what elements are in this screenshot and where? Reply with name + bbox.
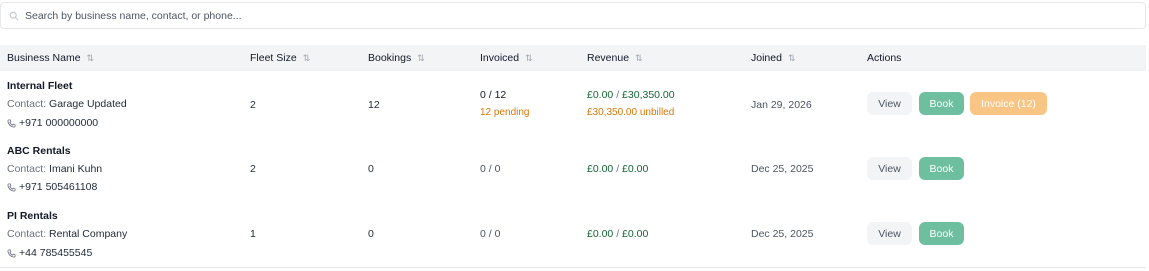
revenue: £0.00 / £0.00 [587,228,648,240]
revenue: £0.00 / £30,350.00 [587,89,675,101]
search-input[interactable] [25,9,1025,22]
contact: Contact: Imani Kuhn [7,163,102,175]
invoiced-count: 0 / 12 [480,89,507,101]
column-header-bookings[interactable]: Bookings ⇅ [368,45,425,71]
phone-icon [7,182,16,192]
phone: +971 505461108 [7,181,97,193]
revenue-total: £30,350.00 [622,89,675,101]
table-row: PI Rentals Contact: Rental Company +44 7… [0,201,1146,268]
revenue-total: £0.00 [622,228,649,240]
business-table: Business Name ⇅ Fleet Size ⇅ Bookings ⇅ Inv… [0,45,1146,268]
contact-label: Contact: [7,98,47,110]
phone-number: +971 000000000 [19,117,99,129]
joined-date: Dec 25, 2025 [751,228,814,240]
unbilled-note: £30,350.00 unbilled [587,107,675,118]
contact-label: Contact: [7,228,47,240]
business-name: ABC Rentals [7,145,71,157]
business-name: Internal Fleet [7,80,73,92]
phone: +44 785455545 [7,247,92,259]
revenue-invoiced: £0.00 [587,89,614,101]
table-row: Internal Fleet Contact: Garage Updated +… [0,71,1146,136]
book-button[interactable]: Book [919,92,964,115]
phone-number: +44 785455545 [19,247,93,259]
book-button[interactable]: Book [919,157,964,180]
column-header-fleet-size[interactable]: Fleet Size ⇅ [250,45,310,71]
revenue-invoiced: £0.00 [587,228,614,240]
table-row: ABC Rentals Contact: Imani Kuhn +971 505… [0,136,1146,201]
invoiced-count: 0 / 0 [480,163,501,175]
sort-icon[interactable]: ⇅ [525,53,532,64]
search-icon [9,11,19,21]
bookings-count: 12 [368,99,380,111]
phone-number: +971 505461108 [19,181,98,193]
view-button[interactable]: View [867,222,912,245]
joined-date: Dec 25, 2025 [751,163,814,175]
column-header-actions: Actions [867,52,902,64]
revenue-separator: / [616,89,620,101]
fleet-size: 2 [250,163,256,175]
sort-icon[interactable]: ⇅ [788,53,795,64]
invoiced-count: 0 / 0 [480,228,501,240]
column-header-joined[interactable]: Joined ⇅ [751,45,795,71]
revenue: £0.00 / £0.00 [587,163,648,175]
book-button[interactable]: Book [919,222,964,245]
phone-icon [7,248,16,258]
sort-icon[interactable]: ⇅ [87,53,94,64]
sort-icon[interactable]: ⇅ [635,53,642,64]
table-header: Business Name ⇅ Fleet Size ⇅ Bookings ⇅ Inv… [0,45,1146,71]
pending-note: 12 pending [480,107,530,118]
fleet-size: 1 [250,228,256,240]
revenue-separator: / [616,228,620,240]
contact-name: Rental Company [49,228,128,240]
joined-date: Jan 29, 2026 [751,99,812,111]
sort-icon[interactable]: ⇅ [303,53,310,64]
contact-name: Garage Updated [49,98,127,110]
revenue-total: £0.00 [622,163,649,175]
bookings-count: 0 [368,228,374,240]
search-bar[interactable] [0,2,1146,29]
sort-icon[interactable]: ⇅ [417,53,424,64]
view-button[interactable]: View [867,157,912,180]
bookings-count: 0 [368,163,374,175]
invoice-button[interactable]: Invoice (12) [970,92,1047,115]
business-name: PI Rentals [7,210,58,222]
phone: +971 000000000 [7,117,98,129]
contact-name: Imani Kuhn [49,163,103,175]
revenue-invoiced: £0.00 [587,163,614,175]
column-header-revenue[interactable]: Revenue ⇅ [587,45,643,71]
column-header-business-name[interactable]: Business Name ⇅ [7,45,94,71]
contact: Contact: Rental Company [7,228,127,240]
fleet-size: 2 [250,99,256,111]
contact: Contact: Garage Updated [7,98,127,110]
revenue-separator: / [616,163,620,175]
column-header-invoiced[interactable]: Invoiced ⇅ [480,45,533,71]
contact-label: Contact: [7,163,47,175]
phone-icon [7,118,16,128]
view-button[interactable]: View [867,92,912,115]
